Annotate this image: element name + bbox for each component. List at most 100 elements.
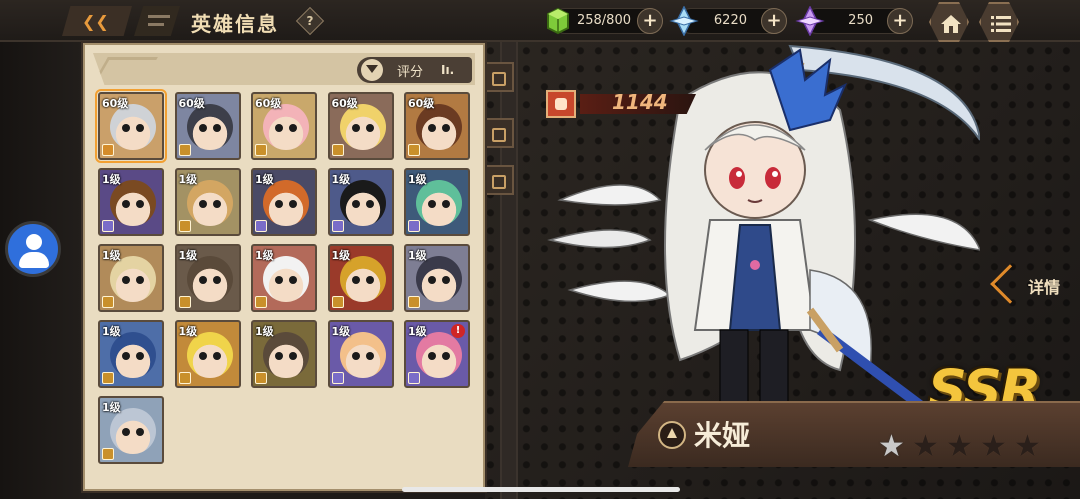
hero-eye bbox=[351, 352, 360, 360]
hero-card[interactable]: 1级 bbox=[327, 320, 394, 388]
hero-eye bbox=[212, 352, 221, 360]
hero-class-icon bbox=[331, 296, 344, 308]
menu-icon bbox=[991, 16, 1011, 32]
hero-eye bbox=[428, 276, 436, 284]
hero-class-icon bbox=[408, 220, 420, 232]
hero-level: 60级 bbox=[178, 97, 205, 110]
home-indicator[interactable] bbox=[402, 487, 680, 492]
hero-eye bbox=[198, 124, 207, 132]
hero-card[interactable]: 1级! bbox=[404, 320, 470, 388]
hero-eye bbox=[275, 200, 283, 208]
hero-eye bbox=[198, 200, 207, 208]
hero-card[interactable]: 1级 bbox=[98, 244, 164, 312]
hero-card[interactable]: 1级 bbox=[404, 244, 470, 312]
resource-purple-crystal: 250 + bbox=[795, 6, 913, 36]
hero-card[interactable]: 60级 bbox=[251, 92, 317, 160]
hero-card[interactable]: 1级 bbox=[251, 244, 317, 312]
hero-eye bbox=[122, 428, 130, 436]
hero-card[interactable]: 1级 bbox=[327, 244, 394, 312]
hero-eye bbox=[275, 276, 283, 284]
hero-level: 60级 bbox=[102, 97, 129, 110]
page-title: 英雄信息 bbox=[191, 12, 279, 36]
hero-level: 1级 bbox=[178, 249, 198, 262]
hero-level: 1级 bbox=[255, 325, 274, 338]
star-empty-icon: ★ bbox=[912, 429, 939, 464]
sort-button[interactable]: 评分 Iı. bbox=[357, 57, 472, 83]
details-button[interactable]: 详情 bbox=[990, 264, 1076, 304]
hero-class-icon bbox=[102, 448, 114, 460]
hero-level: 1级 bbox=[255, 249, 274, 262]
hero-eye bbox=[212, 124, 221, 132]
hero-class-icon bbox=[255, 144, 267, 156]
hero-card[interactable]: 1级 bbox=[98, 168, 164, 236]
hero-eye bbox=[136, 200, 144, 208]
hero-eye bbox=[428, 352, 436, 360]
hero-card[interactable]: 1级 bbox=[174, 320, 241, 388]
hero-card[interactable]: 1级 bbox=[98, 320, 164, 388]
back-chevron-icon: ❮❮ bbox=[82, 12, 109, 31]
hero-eye bbox=[442, 124, 450, 132]
home-button[interactable] bbox=[929, 2, 969, 42]
home-icon bbox=[941, 15, 961, 33]
hero-card[interactable]: 60级 bbox=[404, 92, 470, 160]
hero-class-icon bbox=[178, 220, 191, 232]
hero-eye bbox=[122, 276, 130, 284]
side-tab-3[interactable] bbox=[484, 165, 514, 195]
hero-eye bbox=[122, 352, 130, 360]
resource-value: 250 bbox=[848, 13, 873, 28]
star-filled-icon: ★ bbox=[878, 429, 905, 464]
hero-card[interactable]: 1级 bbox=[327, 168, 394, 236]
side-tab-1[interactable] bbox=[484, 62, 514, 92]
resource-value: 258/800 bbox=[576, 13, 631, 28]
help-icon[interactable]: ? bbox=[295, 6, 325, 36]
hero-level: 60级 bbox=[255, 97, 282, 110]
hero-card[interactable]: 60级 bbox=[174, 92, 241, 160]
blue-crystal-icon bbox=[669, 6, 699, 36]
hero-level: 1级 bbox=[102, 401, 121, 414]
hero-card[interactable]: 60级 bbox=[95, 89, 167, 163]
hero-class-icon bbox=[658, 421, 686, 449]
hero-class-icon bbox=[331, 220, 344, 232]
hero-card[interactable]: 60级 bbox=[327, 92, 394, 160]
hero-eye bbox=[351, 200, 360, 208]
hero-level: 1级 bbox=[408, 249, 427, 262]
hero-level: 1级 bbox=[178, 173, 198, 186]
resource-blue-crystal: 6220 + bbox=[669, 6, 787, 36]
title-decoration-icon bbox=[134, 6, 180, 36]
hero-name: 米娅 bbox=[694, 419, 751, 452]
menu-button[interactable] bbox=[979, 2, 1019, 42]
hero-class-icon bbox=[102, 220, 114, 232]
hero-card[interactable]: 1级 bbox=[404, 168, 470, 236]
purple-crystal-icon bbox=[795, 6, 825, 36]
hero-eye bbox=[289, 276, 297, 284]
hero-level: 1级 bbox=[102, 325, 121, 338]
filter-icon bbox=[361, 59, 383, 81]
hero-eye bbox=[442, 352, 450, 360]
hero-card[interactable]: 1级 bbox=[174, 168, 241, 236]
floating-avatar-button[interactable] bbox=[5, 221, 61, 277]
add-purple-crystal-button[interactable]: + bbox=[887, 8, 913, 34]
hero-card[interactable]: 1级 bbox=[98, 396, 164, 464]
hero-card[interactable]: 1级 bbox=[174, 244, 241, 312]
hero-eye bbox=[289, 200, 297, 208]
add-blue-crystal-button[interactable]: + bbox=[761, 8, 787, 34]
hero-class-icon bbox=[102, 144, 114, 156]
hero-level: 1级 bbox=[102, 249, 121, 262]
hero-eye bbox=[289, 124, 297, 132]
add-green-gem-button[interactable]: + bbox=[637, 8, 663, 34]
back-button[interactable]: ❮❮ bbox=[62, 6, 132, 36]
hero-class-icon bbox=[255, 296, 267, 308]
background-divider bbox=[500, 40, 518, 499]
hero-eye bbox=[351, 124, 360, 132]
hero-eye bbox=[351, 276, 360, 284]
hero-eye bbox=[365, 352, 374, 360]
hero-eye bbox=[428, 124, 436, 132]
hero-card[interactable]: 1级 bbox=[251, 168, 317, 236]
power-value: 1144 bbox=[612, 90, 668, 114]
fist-icon bbox=[546, 90, 576, 118]
hero-eye bbox=[275, 124, 283, 132]
hero-eye bbox=[428, 200, 436, 208]
hero-card[interactable]: 1级 bbox=[251, 320, 317, 388]
side-tab-2[interactable] bbox=[484, 118, 514, 148]
hero-level: 1级 bbox=[102, 173, 121, 186]
